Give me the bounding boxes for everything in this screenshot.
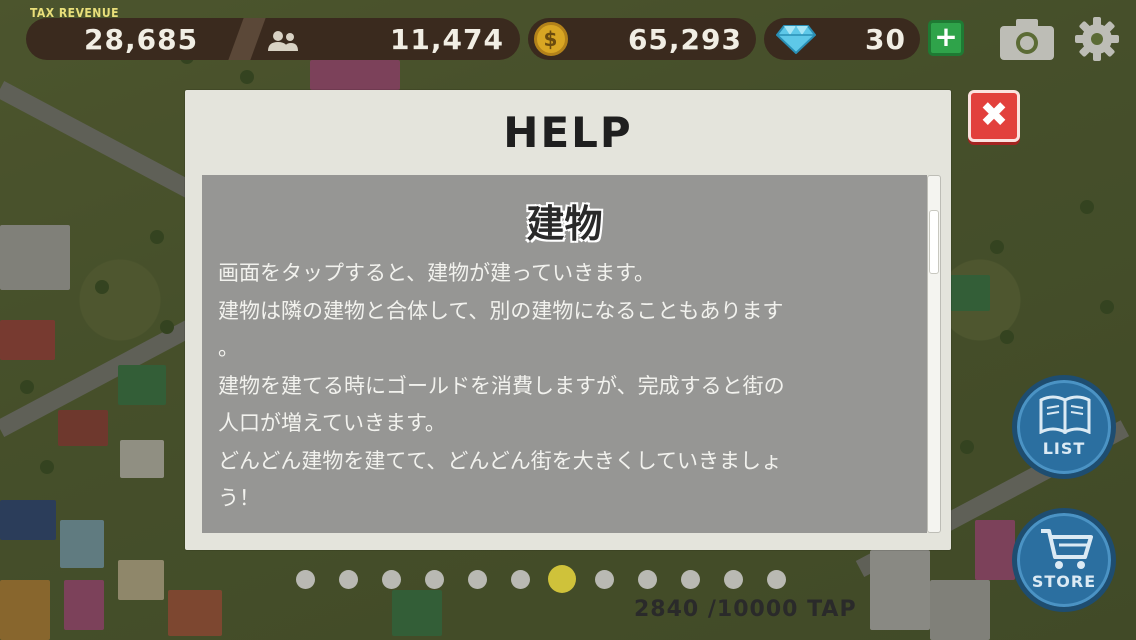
scrollbar-thumb[interactable] xyxy=(929,210,939,274)
page-dot xyxy=(595,570,614,589)
store-button[interactable]: STORE xyxy=(1012,508,1116,612)
scrollbar[interactable] xyxy=(927,175,941,533)
tap-counter: 2840 /10000 TAP xyxy=(634,597,857,622)
page-dot xyxy=(382,570,401,589)
population-value: 11,474 xyxy=(389,23,504,56)
page-dot xyxy=(468,570,487,589)
section-title: 建物 xyxy=(526,202,603,246)
page-dot xyxy=(638,570,657,589)
book-icon xyxy=(1039,394,1091,438)
help-content[interactable]: 建物 画面をタップすると、建物が建っていきます。 建物は隣の建物と合体して、別の… xyxy=(202,175,927,533)
page-dot xyxy=(296,570,315,589)
list-button[interactable]: LIST xyxy=(1012,375,1116,479)
diamond-icon xyxy=(775,24,817,61)
gold-bar: $ 65,293 xyxy=(528,18,756,60)
gem-bar: 30 xyxy=(764,18,920,60)
gear-icon[interactable] xyxy=(1074,16,1120,66)
page-dot xyxy=(767,570,786,589)
page-dot xyxy=(339,570,358,589)
page-dot xyxy=(681,570,700,589)
divider xyxy=(228,18,266,60)
dialog-title: HELP xyxy=(503,108,633,157)
people-icon xyxy=(266,27,300,60)
close-button[interactable]: ✖ xyxy=(968,90,1020,142)
tax-population-bar: 28,685 11,474 xyxy=(26,18,520,60)
cart-icon xyxy=(1039,527,1093,575)
help-dialog: HELP 建物 画面をタップすると、建物が建っていきます。 建物は隣の建物と合体… xyxy=(185,90,951,550)
coin-icon: $ xyxy=(534,22,568,56)
store-label: STORE xyxy=(1031,572,1097,591)
tax-revenue-label: TAX REVENUE xyxy=(30,6,119,20)
add-gems-button[interactable]: + xyxy=(928,20,964,56)
page-dot xyxy=(511,570,530,589)
tax-revenue-value: 28,685 xyxy=(84,23,199,56)
gold-value: 65,293 xyxy=(627,23,742,56)
page-dot-active xyxy=(548,565,576,593)
page-dot xyxy=(425,570,444,589)
list-label: LIST xyxy=(1042,439,1086,458)
page-dot xyxy=(724,570,743,589)
camera-icon[interactable] xyxy=(998,16,1056,66)
help-body-text: 画面をタップすると、建物が建っていきます。 建物は隣の建物と合体して、別の建物に… xyxy=(218,261,785,510)
gem-value: 30 xyxy=(865,23,906,56)
